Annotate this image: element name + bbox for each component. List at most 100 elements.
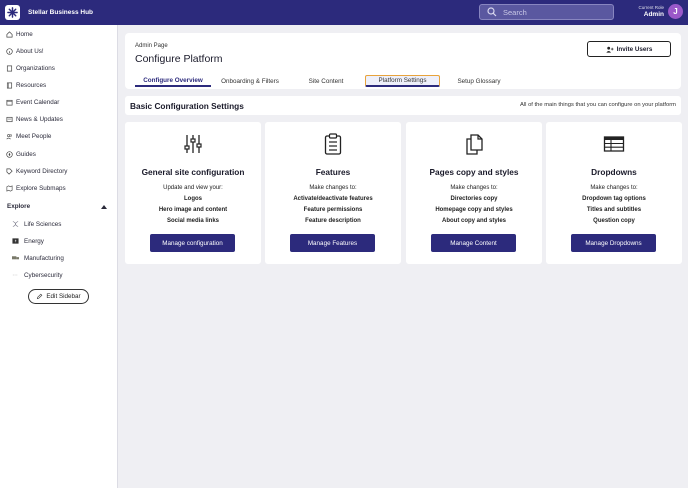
card-line: Homepage copy and styles — [435, 207, 513, 213]
page-header: Admin Page Configure Platform Invite Use… — [125, 33, 681, 89]
sidebar-item-resources[interactable]: Resources — [6, 80, 46, 90]
sidebar-item-label: News & Updates — [16, 115, 63, 123]
sidebar-item-organizations[interactable]: Organizations — [6, 63, 55, 73]
sidebar-item-meet-people[interactable]: Meet People — [6, 131, 51, 141]
energy-icon — [12, 238, 19, 244]
edit-sidebar-button[interactable]: Edit Sidebar — [28, 289, 89, 304]
sidebar-item-news[interactable]: News & Updates — [6, 114, 63, 124]
explore-heading: Explore — [7, 203, 31, 210]
breadcrumb: Admin Page — [135, 43, 168, 49]
tab-site-content[interactable]: Site Content — [295, 75, 357, 87]
tab-platform-settings[interactable]: Platform Settings — [365, 75, 440, 87]
config-card-dropdowns: Dropdowns Make changes to: Dropdown tag … — [546, 122, 682, 264]
manage-dropdowns-button[interactable]: Manage Dropdowns — [571, 234, 656, 252]
sidebar-item-event-calendar[interactable]: Event Calendar — [6, 97, 59, 107]
sidebar-item-label: Organizations — [16, 64, 55, 72]
dna-icon — [12, 221, 19, 227]
manage-content-button[interactable]: Manage Content — [431, 234, 516, 252]
card-line: Feature permissions — [303, 207, 363, 213]
sliders-icon — [184, 135, 202, 153]
card-title: Pages copy and styles — [429, 167, 519, 177]
search-input[interactable]: Search — [479, 4, 614, 20]
add-user-icon — [605, 46, 614, 53]
edit-sidebar-label: Edit Sidebar — [46, 293, 81, 300]
info-icon — [6, 47, 13, 55]
app-logo[interactable] — [5, 5, 20, 20]
tag-icon — [6, 168, 13, 175]
card-title: General site configuration — [141, 167, 245, 177]
top-bar: Stellar Business Hub Search Current Role… — [0, 0, 688, 25]
chevron-up-icon[interactable] — [101, 205, 107, 209]
book-icon — [6, 82, 13, 88]
card-intro: Make changes to: — [590, 185, 638, 191]
invite-users-button[interactable]: Invite Users — [587, 41, 671, 57]
app-title: Stellar Business Hub — [28, 9, 94, 16]
sidebar-item-label: Event Calendar — [16, 98, 60, 106]
role-label: Current Role — [638, 5, 664, 10]
sidebar-item-label: Resources — [16, 81, 47, 89]
sidebar-item-keyword-directory[interactable]: Keyword Directory — [6, 166, 67, 176]
building-icon — [6, 65, 13, 71]
explore-item-label: Energy — [24, 237, 44, 245]
card-title: Dropdowns — [591, 167, 637, 177]
manage-features-button[interactable]: Manage Features — [290, 234, 375, 252]
card-line: About copy and styles — [441, 218, 506, 224]
avatar[interactable]: J — [668, 4, 683, 19]
explore-item-cybersecurity[interactable]: Cybersecurity — [12, 270, 63, 280]
copy-icon — [466, 134, 483, 155]
sidebar-item-label: Meet People — [16, 132, 52, 140]
sidebar-item-guides[interactable]: Guides — [6, 149, 36, 159]
card-title: Features — [315, 167, 351, 177]
dots-icon — [12, 274, 19, 276]
current-role: Current Role Admin — [620, 5, 664, 18]
pencil-icon — [37, 293, 43, 300]
config-card-general: General site configuration Update and vi… — [125, 122, 261, 264]
card-line: Question copy — [593, 218, 635, 224]
section-description: All of the main things that you can conf… — [520, 102, 676, 108]
card-intro: Make changes to: — [450, 185, 498, 191]
config-card-features: Features Make changes to: Activate/deact… — [265, 122, 401, 264]
page-title: Configure Platform — [135, 53, 223, 65]
card-line: Logos — [184, 196, 202, 202]
map-icon — [6, 184, 13, 192]
news-icon — [6, 116, 13, 122]
sidebar-item-explore-submaps[interactable]: Explore Submaps — [6, 183, 66, 193]
card-intro: Update and view your: — [163, 185, 223, 191]
card-line: Hero image and content — [158, 207, 228, 213]
role-value: Admin — [643, 11, 664, 18]
sidebar-item-home[interactable]: Home — [6, 29, 33, 39]
card-line: Social media links — [166, 218, 220, 224]
card-line: Activate/deactivate features — [293, 196, 373, 202]
explore-item-energy[interactable]: Energy — [12, 236, 44, 246]
people-icon — [6, 133, 12, 139]
card-line: Feature description — [305, 218, 361, 224]
tab-setup-glossary[interactable]: Setup Glossary — [450, 75, 508, 87]
sidebar-item-label: Explore Submaps — [16, 184, 66, 192]
logo-icon — [7, 7, 18, 18]
sidebar-item-label: Guides — [16, 150, 36, 158]
manage-configuration-button[interactable]: Manage configuration — [150, 234, 235, 252]
search-icon — [487, 7, 497, 17]
section-header: Basic Configuration Settings All of the … — [125, 96, 681, 115]
invite-users-label: Invite Users — [616, 45, 653, 53]
compass-icon — [6, 150, 13, 158]
explore-item-label: Manufacturing — [24, 254, 64, 262]
explore-item-manufacturing[interactable]: Manufacturing — [12, 253, 64, 263]
tab-configure-overview[interactable]: Configure Overview — [135, 75, 211, 87]
explore-item-label: Life Sciences — [24, 220, 62, 228]
tab-onboarding-filters[interactable]: Onboarding & Filters — [215, 75, 285, 87]
truck-icon — [12, 256, 19, 260]
table-icon — [603, 136, 625, 152]
clipboard-list-icon — [324, 133, 342, 155]
section-title: Basic Configuration Settings — [130, 101, 244, 111]
card-line: Directories copy — [450, 196, 498, 202]
card-line: Dropdown tag options — [582, 196, 646, 202]
sidebar-item-about[interactable]: About Us! — [6, 46, 44, 56]
calendar-icon — [6, 99, 13, 105]
config-card-pages: Pages copy and styles Make changes to: D… — [406, 122, 542, 264]
card-intro: Make changes to: — [309, 185, 357, 191]
search-placeholder: Search — [503, 7, 527, 17]
sidebar-item-label: Keyword Directory — [16, 167, 68, 175]
explore-item-life-sciences[interactable]: Life Sciences — [12, 219, 61, 229]
explore-item-label: Cybersecurity — [24, 271, 63, 279]
